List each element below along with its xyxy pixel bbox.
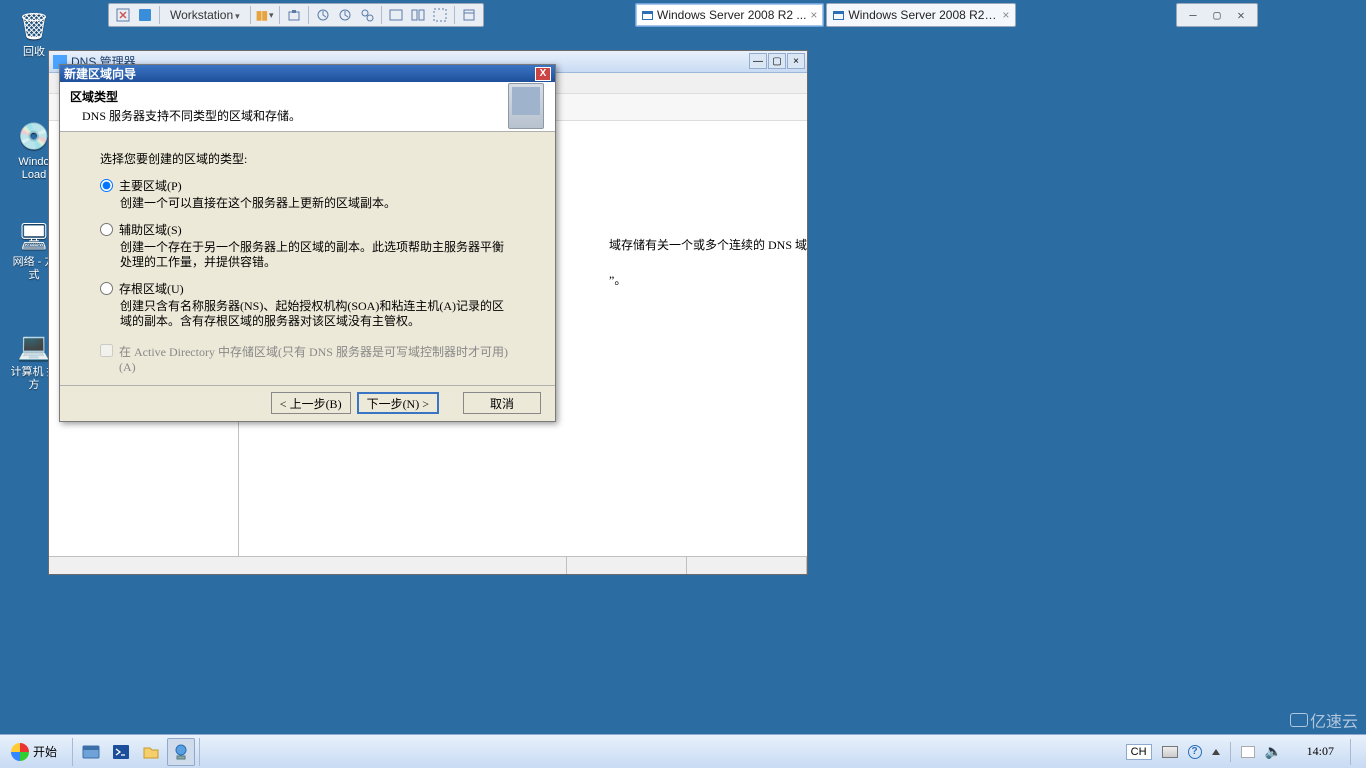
cancel-button[interactable]: 取消	[463, 392, 541, 414]
radio-secondary-zone[interactable]: 辅助区域(S)	[100, 221, 515, 238]
vm-window-controls: — ▢ ✕	[1176, 3, 1258, 27]
windows-icon	[642, 11, 653, 20]
taskbar: 开始 CH ? 🔈 14:07	[0, 734, 1366, 768]
restore-icon[interactable]: ▢	[1209, 9, 1225, 21]
ql-dns-icon[interactable]	[167, 738, 195, 766]
ql-powershell-icon[interactable]	[107, 738, 135, 766]
vm-view2-icon[interactable]	[408, 5, 428, 25]
wizard-header: 区域类型 DNS 服务器支持不同类型的区域和存储。	[60, 82, 555, 132]
radio-primary-zone-input[interactable]	[100, 179, 113, 192]
next-button[interactable]: 下一步(N) >	[357, 392, 439, 414]
ime-lang[interactable]: CH	[1126, 744, 1152, 760]
help-icon[interactable]: ?	[1188, 745, 1202, 759]
wizard-titlebar[interactable]: 新建区域向导 X	[60, 65, 555, 82]
vm-fullscreen-icon[interactable]	[135, 5, 155, 25]
minimize-icon[interactable]: —	[1185, 9, 1201, 21]
vm-tab-2-label: Windows Server 2008 R2 x64...	[848, 8, 998, 22]
close-icon[interactable]: ✕	[1233, 9, 1249, 21]
minimize-icon[interactable]: —	[749, 53, 767, 69]
vm-snap2-icon[interactable]	[335, 5, 355, 25]
radio-primary-zone[interactable]: 主要区域(P)	[100, 177, 515, 194]
wizard-title: 新建区域向导	[64, 65, 535, 82]
radio-stub-zone-label: 存根区域(U)	[119, 280, 184, 297]
desktop-icon-glyph: 🖥	[16, 218, 52, 254]
action-flag-icon[interactable]	[1241, 746, 1255, 758]
server-icon	[508, 83, 544, 129]
new-zone-wizard: 新建区域向导 X 区域类型 DNS 服务器支持不同类型的区域和存储。 选择您要创…	[59, 64, 556, 422]
desktop: Workstation▾ ▮▮▾ Windows Server 2008 R2 …	[0, 0, 1366, 768]
maximize-icon[interactable]: ▢	[768, 53, 786, 69]
windows-orb-icon	[11, 743, 29, 761]
watermark-text: 亿速云	[1310, 708, 1358, 732]
keyboard-icon[interactable]	[1162, 746, 1178, 758]
radio-stub-zone-input[interactable]	[100, 282, 113, 295]
vm-pause-icon[interactable]: ▮▮▾	[255, 5, 275, 25]
ad-store-checkbox	[100, 344, 113, 357]
radio-secondary-zone-label: 辅助区域(S)	[119, 221, 182, 238]
dns-bg-text-2: ”。	[609, 271, 626, 288]
dns-bg-text-1: 域存储有关一个或多个连续的 DNS 域	[609, 236, 807, 253]
vm-menu-workstation[interactable]: Workstation▾	[164, 8, 246, 22]
windows-icon	[833, 11, 844, 20]
wizard-heading: 区域类型	[70, 88, 487, 105]
radio-primary-zone-label: 主要区域(P)	[119, 177, 182, 194]
ad-store-label: 在 Active Directory 中存储区域(只有 DNS 服务器是可写域控…	[119, 343, 515, 375]
vm-tab-1-label: Windows Server 2008 R2 ...	[657, 8, 806, 22]
wizard-subheading: DNS 服务器支持不同类型的区域和存储。	[82, 107, 487, 124]
desktop-icon-glyph: 💻	[16, 328, 52, 364]
desktop-icon-glyph: 🗑	[16, 8, 52, 44]
watermark: 亿速云	[1290, 708, 1358, 732]
vm-tab-2[interactable]: Windows Server 2008 R2 x64... ×	[826, 3, 1016, 27]
vm-snap1-icon[interactable]	[313, 5, 333, 25]
vm-library-icon[interactable]	[459, 5, 479, 25]
radio-secondary-zone-desc: 创建一个存在于另一个服务器上的区域的副本。此选项帮助主服务器平衡处理的工作量，并…	[120, 240, 515, 270]
close-icon[interactable]: ×	[787, 53, 805, 69]
wizard-body: 选择您要创建的区域的类型: 主要区域(P) 创建一个可以直接在这个服务器上更新的…	[60, 132, 555, 385]
close-icon[interactable]: ×	[1002, 8, 1009, 22]
quick-launch	[72, 738, 200, 766]
vm-snap-mgr-icon[interactable]	[357, 5, 377, 25]
vm-tab-1[interactable]: Windows Server 2008 R2 ... ×	[635, 3, 824, 27]
radio-stub-zone[interactable]: 存根区域(U)	[100, 280, 515, 297]
back-button[interactable]: < 上一步(B)	[271, 392, 351, 414]
vm-tools-icon[interactable]	[113, 5, 133, 25]
vm-tabs: Windows Server 2008 R2 ... × Windows Ser…	[635, 3, 1016, 27]
cloud-icon	[1290, 713, 1308, 727]
dns-statusbar	[49, 556, 807, 574]
vm-snapshot-take-icon[interactable]	[284, 5, 304, 25]
desktop-icon-glyph: 💿	[16, 118, 52, 154]
vm-view1-icon[interactable]	[386, 5, 406, 25]
radio-secondary-zone-input[interactable]	[100, 223, 113, 236]
vm-toolbar: Workstation▾ ▮▮▾	[108, 3, 484, 27]
radio-primary-zone-desc: 创建一个可以直接在这个服务器上更新的区域副本。	[120, 196, 515, 211]
start-button[interactable]: 开始	[2, 738, 66, 766]
clock[interactable]: 14:07	[1292, 744, 1334, 759]
close-icon[interactable]: ×	[810, 8, 817, 22]
show-desktop-button[interactable]	[1350, 739, 1358, 765]
start-label: 开始	[33, 743, 57, 760]
ad-store-checkbox-row: 在 Active Directory 中存储区域(只有 DNS 服务器是可写域控…	[100, 343, 515, 375]
system-tray: CH ? 🔈 14:07	[1118, 735, 1366, 768]
close-icon[interactable]: X	[535, 67, 551, 81]
ql-explorer-icon[interactable]	[137, 738, 165, 766]
vm-unity-icon[interactable]	[430, 5, 450, 25]
ql-server-manager-icon[interactable]	[77, 738, 105, 766]
ime-options-icon[interactable]	[1212, 749, 1220, 755]
wizard-footer: < 上一步(B) 下一步(N) > 取消	[60, 385, 555, 421]
speaker-icon[interactable]: 🔈	[1265, 743, 1282, 760]
radio-stub-zone-desc: 创建只含有名称服务器(NS)、起始授权机构(SOA)和粘连主机(A)记录的区域的…	[120, 299, 515, 329]
wizard-prompt: 选择您要创建的区域的类型:	[100, 150, 515, 167]
